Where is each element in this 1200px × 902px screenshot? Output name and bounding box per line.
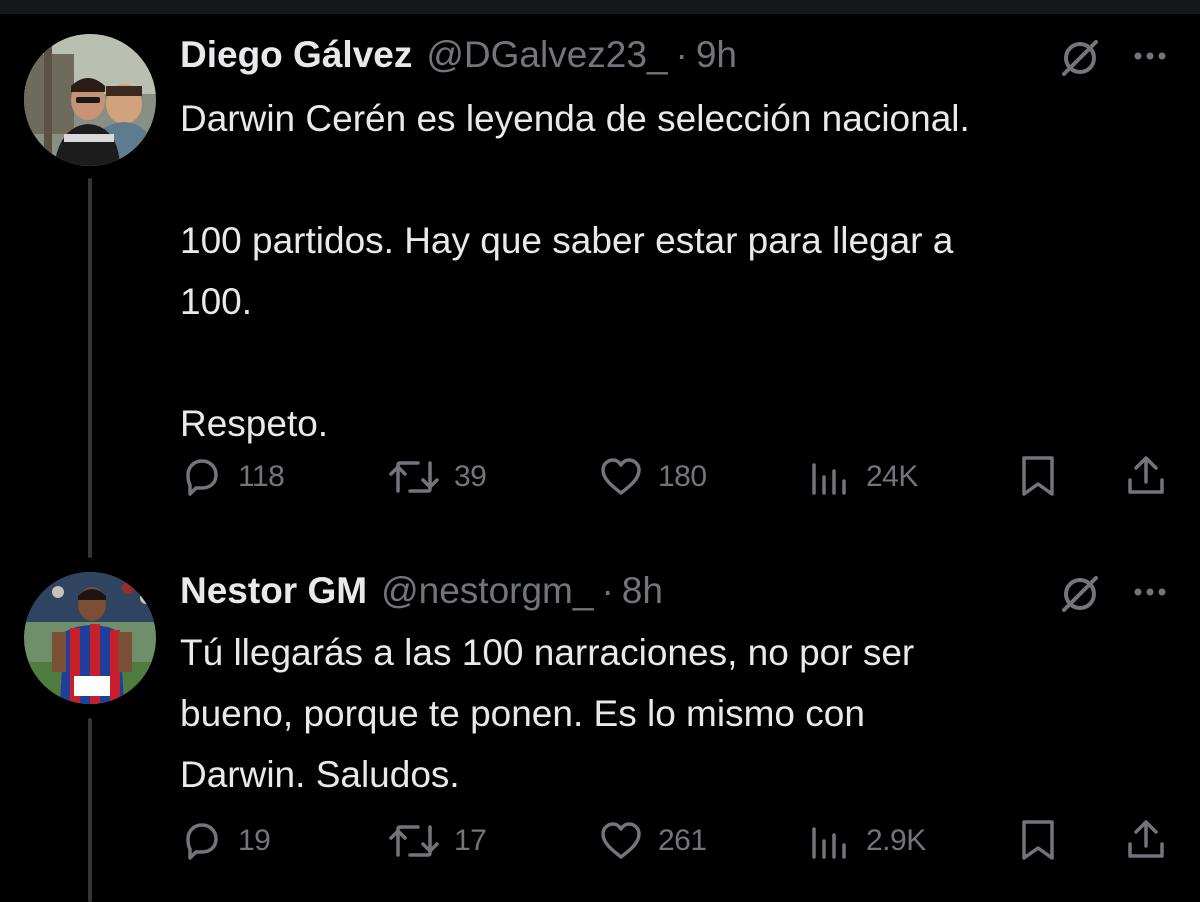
repost-icon (389, 825, 439, 857)
timestamp[interactable]: 8h (622, 570, 663, 612)
reply-button[interactable]: 118 (180, 452, 285, 502)
like-count: 261 (658, 824, 707, 857)
views-icon (812, 827, 846, 859)
repost-count: 17 (454, 824, 487, 857)
tweet[interactable]: Diego Gálvez @DGalvez23_ · 9h Darwin Cer… (0, 0, 1200, 560)
like-icon (601, 822, 641, 859)
tweet-text: Darwin Cerén es leyenda de selección nac… (180, 98, 970, 444)
reply-button[interactable]: 19 (180, 816, 271, 866)
repost-button[interactable]: 39 (388, 452, 487, 502)
like-button[interactable]: 261 (598, 816, 707, 866)
views-icon (812, 463, 846, 495)
view-count: 2.9K (866, 824, 926, 857)
user-handle[interactable]: @nestorgm_ (381, 570, 593, 612)
grok-icon[interactable] (1058, 36, 1102, 80)
view-count: 24K (866, 460, 918, 493)
repost-icon (389, 461, 439, 493)
reply-count: 19 (238, 824, 271, 857)
repost-count: 39 (454, 460, 487, 493)
avatar-photo (24, 34, 156, 166)
views-button[interactable]: 2.9K (808, 816, 926, 866)
separator-dot: · (601, 570, 614, 611)
tweet-text: Tú llegarás a las 100 narraciones, no po… (180, 632, 915, 795)
separator-dot: · (675, 34, 688, 75)
repost-button[interactable]: 17 (388, 816, 487, 866)
like-icon (601, 458, 641, 495)
reply-count: 118 (238, 460, 285, 493)
user-handle[interactable]: @DGalvez23_ (426, 34, 667, 76)
more-icon[interactable] (1130, 582, 1174, 602)
tweet-header: Nestor GM @nestorgm_ · 8h (180, 570, 663, 620)
display-name[interactable]: Nestor GM (180, 570, 367, 612)
avatar[interactable] (24, 572, 156, 704)
views-button[interactable]: 24K (808, 452, 918, 502)
avatar-photo (24, 572, 156, 704)
avatar[interactable] (24, 34, 156, 166)
like-count: 180 (658, 460, 707, 493)
action-bar: 19 17 261 2.9K (180, 816, 1170, 866)
like-button[interactable]: 180 (598, 452, 707, 502)
share-icon[interactable] (1124, 816, 1168, 864)
grok-icon[interactable] (1058, 572, 1102, 616)
more-icon[interactable] (1130, 46, 1174, 66)
tweet-header: Diego Gálvez @DGalvez23_ · 9h (180, 34, 737, 84)
display-name[interactable]: Diego Gálvez (180, 34, 412, 76)
reply-icon (186, 823, 218, 860)
tweet[interactable]: Nestor GM @nestorgm_ · 8h Tú llegarás a … (0, 560, 1200, 902)
timestamp[interactable]: 9h (696, 34, 737, 76)
bookmark-icon[interactable] (1016, 452, 1060, 500)
bookmark-icon[interactable] (1016, 816, 1060, 864)
share-icon[interactable] (1124, 452, 1168, 500)
action-bar: 118 39 180 24K (180, 452, 1170, 502)
reply-icon (186, 459, 218, 496)
